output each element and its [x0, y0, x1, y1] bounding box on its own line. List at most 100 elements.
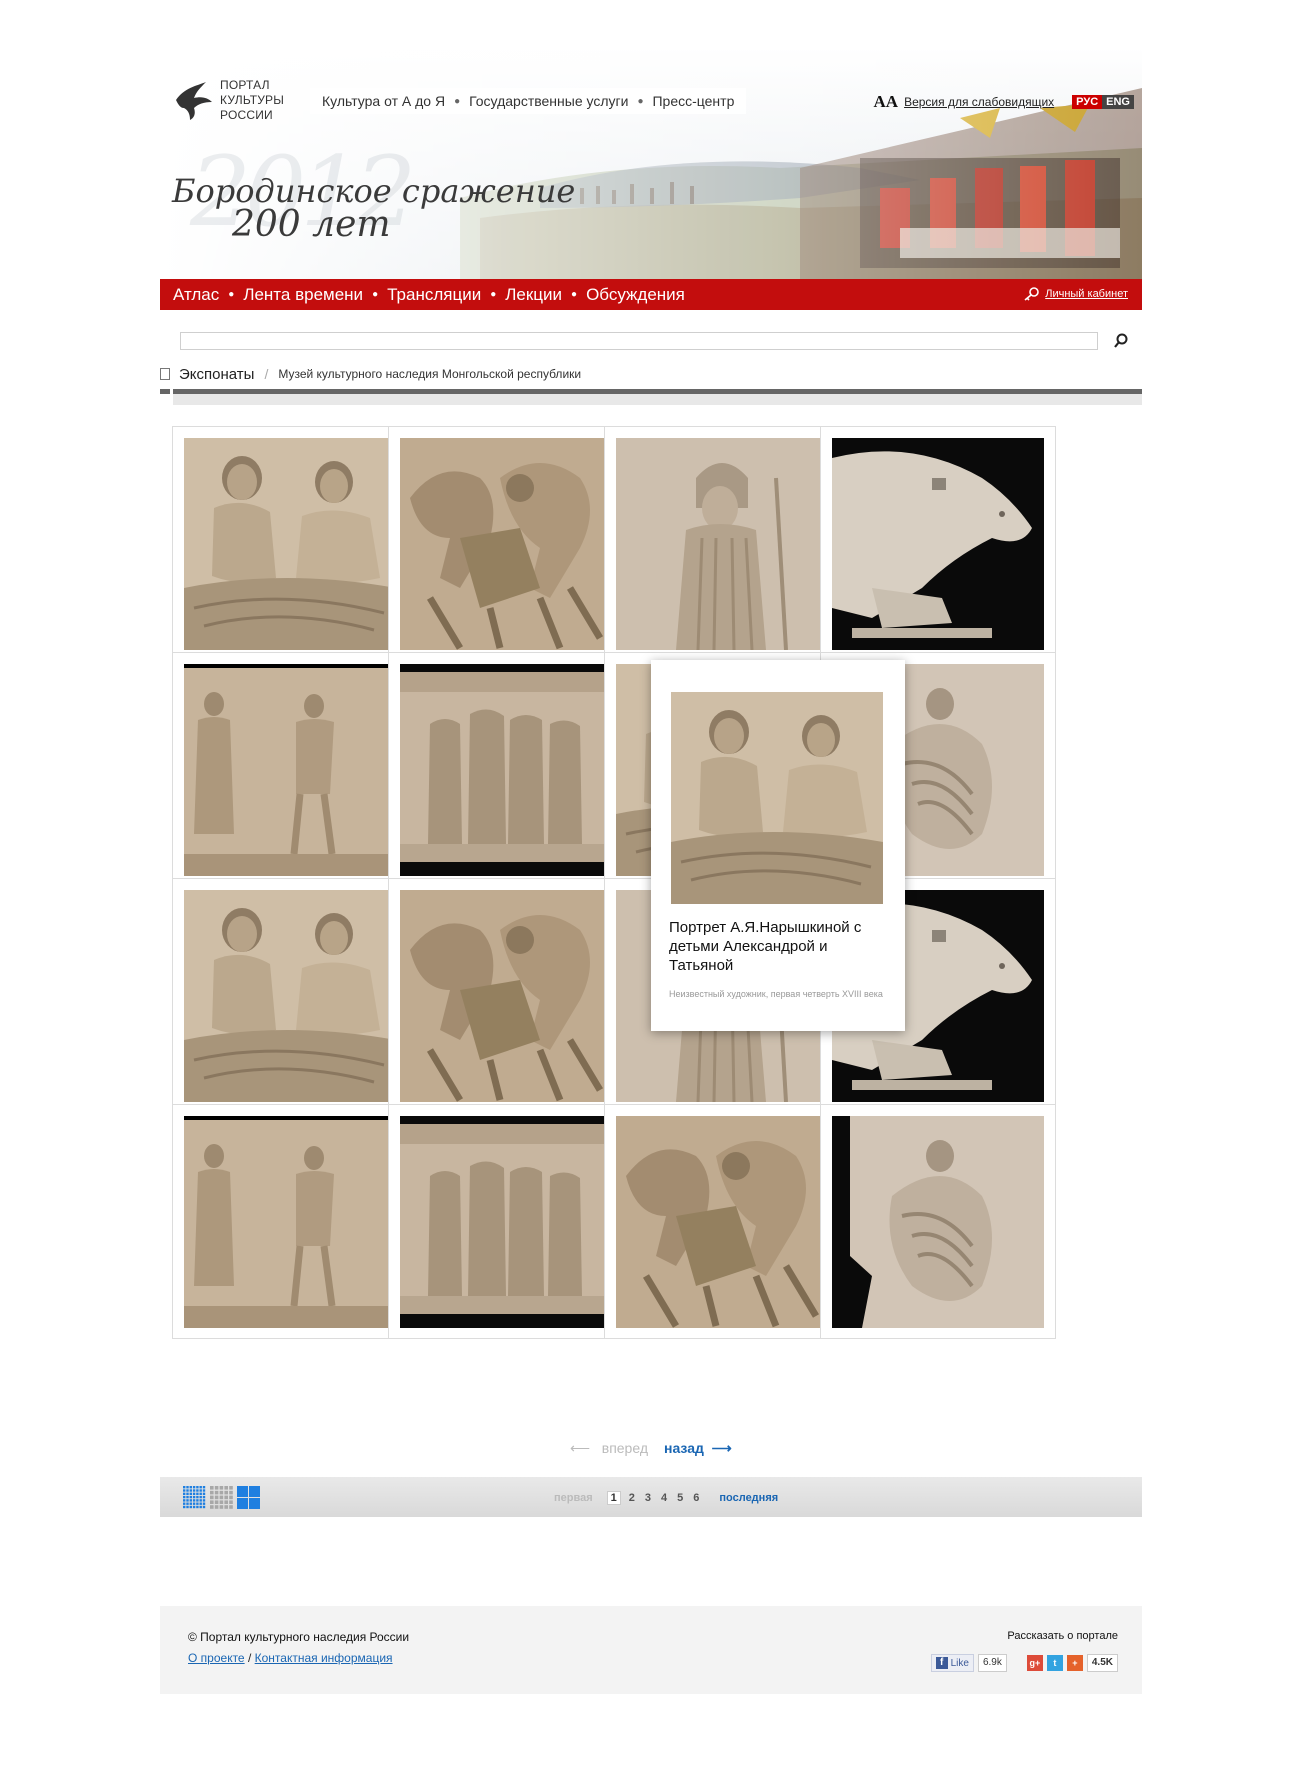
exhibit-tile[interactable] — [172, 878, 408, 1113]
exhibit-preview-meta: Неизвестный художник, первая четверть XV… — [669, 989, 883, 999]
prev-page-label: вперед — [601, 1440, 648, 1456]
topnav-press-center[interactable]: Пресс-центр — [652, 93, 734, 109]
exhibit-preview-popup[interactable]: Портрет А.Я.Нарышкиной с детьми Александ… — [651, 660, 905, 1031]
breadcrumb-current: Музей культурного наследия Монгольской р… — [278, 367, 582, 381]
menu-separator: ● — [571, 289, 578, 300]
exhibit-thumbnail[interactable] — [400, 438, 612, 650]
first-page-link[interactable]: первая — [554, 1492, 593, 1504]
exhibit-tile[interactable] — [172, 1104, 408, 1339]
exhibit-preview-title[interactable]: Портрет А.Я.Нарышкиной с детьми Александ… — [669, 918, 891, 975]
pager-bar: первая 1 2 3 4 5 6 последняя — [160, 1477, 1142, 1517]
banner-title-line1: Бородинское сражение — [172, 172, 576, 210]
key-icon — [1024, 287, 1040, 301]
exhibit-tile[interactable] — [604, 426, 840, 661]
top-nav: Культура от А до Я ● Государственные усл… — [310, 88, 747, 114]
topnav-culture-az[interactable]: Культура от А до Я — [322, 93, 445, 109]
search-icon[interactable] — [1110, 331, 1130, 351]
exhibit-thumbnail[interactable] — [400, 890, 612, 1102]
page-6[interactable]: 6 — [691, 1492, 701, 1504]
page-5[interactable]: 5 — [675, 1492, 685, 1504]
search-input[interactable] — [180, 332, 1098, 350]
last-page-link[interactable]: последняя — [719, 1492, 778, 1504]
portal-logo-text: ПОРТАЛ КУЛЬТУРЫ РОССИИ — [220, 78, 284, 123]
relief-two-men-image — [184, 438, 396, 650]
exhibit-preview-image[interactable] — [671, 692, 883, 904]
page-1[interactable]: 1 — [606, 1491, 621, 1505]
footer-link-separator: / — [247, 1651, 252, 1665]
exhibit-tile[interactable] — [172, 652, 408, 887]
menu-atlas[interactable]: Атлас — [173, 285, 219, 305]
exhibit-thumbnail[interactable] — [400, 664, 612, 876]
menu-separator: ● — [228, 289, 235, 300]
logo-line-1: ПОРТАЛ — [220, 78, 270, 92]
exhibit-tile[interactable] — [820, 1104, 1056, 1339]
facebook-like-count: 6.9k — [977, 1654, 1007, 1672]
page-numbers: первая 1 2 3 4 5 6 последняя — [554, 1491, 778, 1505]
add-share-icon[interactable]: + — [1066, 1655, 1083, 1671]
footer-links: О проекте / Контактная информация — [188, 1651, 393, 1665]
share-title: Рассказать о портале — [1007, 1630, 1118, 1642]
firebird-logo-icon — [176, 82, 212, 120]
menu-timeline[interactable]: Лента времени — [243, 285, 363, 305]
exhibit-thumbnail[interactable] — [184, 890, 396, 1102]
exhibit-tile[interactable] — [820, 426, 1056, 661]
exhibit-thumbnail[interactable] — [400, 1116, 612, 1328]
exhibit-tile[interactable] — [388, 426, 624, 661]
lang-ru-button[interactable]: РУС — [1072, 95, 1103, 109]
menu-separator: ● — [372, 289, 379, 300]
exhibit-thumbnail[interactable] — [184, 438, 396, 650]
relief-flame-figure-image — [832, 1116, 1044, 1328]
personal-cabinet-link[interactable]: Личный кабинет — [1023, 287, 1128, 301]
google-plus-icon[interactable]: g+ — [1026, 1655, 1043, 1671]
share-buttons: f Like 6.9k g+ t + 4.5K — [930, 1654, 1118, 1672]
exhibit-tile[interactable] — [388, 878, 624, 1113]
exhibit-thumbnail[interactable] — [184, 664, 396, 876]
exhibit-tile[interactable] — [604, 1104, 840, 1339]
logo-line-2: КУЛЬТУРЫ — [220, 93, 285, 107]
relief-standing-figures-image — [184, 1116, 396, 1328]
exhibit-thumbnail[interactable] — [832, 1116, 1044, 1328]
divider — [160, 389, 170, 394]
relief-procession-image — [400, 1116, 612, 1328]
relief-dog-image — [832, 438, 1044, 650]
document-icon — [160, 368, 170, 380]
contacts-link[interactable]: Контактная информация — [255, 1651, 393, 1665]
exhibit-thumbnail[interactable] — [184, 1116, 396, 1328]
logo-line-3: РОССИИ — [220, 108, 273, 122]
topnav-separator: ● — [637, 95, 644, 107]
portal-logo[interactable]: ПОРТАЛ КУЛЬТУРЫ РОССИИ — [172, 78, 284, 123]
view-small-grid-icon[interactable] — [183, 1486, 206, 1509]
relief-two-men-image — [184, 890, 396, 1102]
font-size-icon[interactable]: АА — [874, 92, 899, 112]
relief-horsemen-image — [616, 1116, 828, 1328]
personal-cabinet-label: Личный кабинет — [1045, 288, 1128, 300]
about-link[interactable]: О проекте — [188, 1651, 245, 1665]
prev-page-link[interactable]: ⟵ вперед — [570, 1440, 648, 1457]
topnav-gov-services[interactable]: Государственные услуги — [469, 93, 628, 109]
lang-en-button[interactable]: ENG — [1102, 95, 1134, 109]
page-2[interactable]: 2 — [627, 1492, 637, 1504]
menu-discussions[interactable]: Обсуждения — [586, 285, 685, 305]
breadcrumb-separator: / — [264, 366, 269, 382]
view-medium-grid-icon[interactable] — [210, 1486, 233, 1509]
divider-shadow — [173, 394, 1142, 405]
menu-broadcasts[interactable]: Трансляции — [387, 285, 481, 305]
relief-two-men-image — [671, 692, 883, 904]
facebook-like-button[interactable]: f Like — [930, 1654, 974, 1672]
exhibit-tile[interactable] — [388, 652, 624, 887]
twitter-icon[interactable]: t — [1046, 1655, 1063, 1671]
exhibit-thumbnail[interactable] — [832, 438, 1044, 650]
next-page-link[interactable]: назад ⟶ — [664, 1440, 732, 1457]
breadcrumb-section[interactable]: Экспонаты — [179, 366, 254, 383]
exhibit-thumbnail[interactable] — [616, 438, 828, 650]
page-3[interactable]: 3 — [643, 1492, 653, 1504]
accessibility-version-link[interactable]: Версия для слабовидящих — [904, 95, 1054, 109]
menu-lectures[interactable]: Лекции — [505, 285, 562, 305]
view-large-grid-icon[interactable] — [237, 1486, 260, 1509]
relief-standing-figures-image — [184, 664, 396, 876]
exhibit-thumbnail[interactable] — [616, 1116, 828, 1328]
exhibit-tile[interactable] — [388, 1104, 624, 1339]
exhibit-tile[interactable] — [172, 426, 408, 661]
page-4[interactable]: 4 — [659, 1492, 669, 1504]
view-switcher — [183, 1486, 260, 1509]
